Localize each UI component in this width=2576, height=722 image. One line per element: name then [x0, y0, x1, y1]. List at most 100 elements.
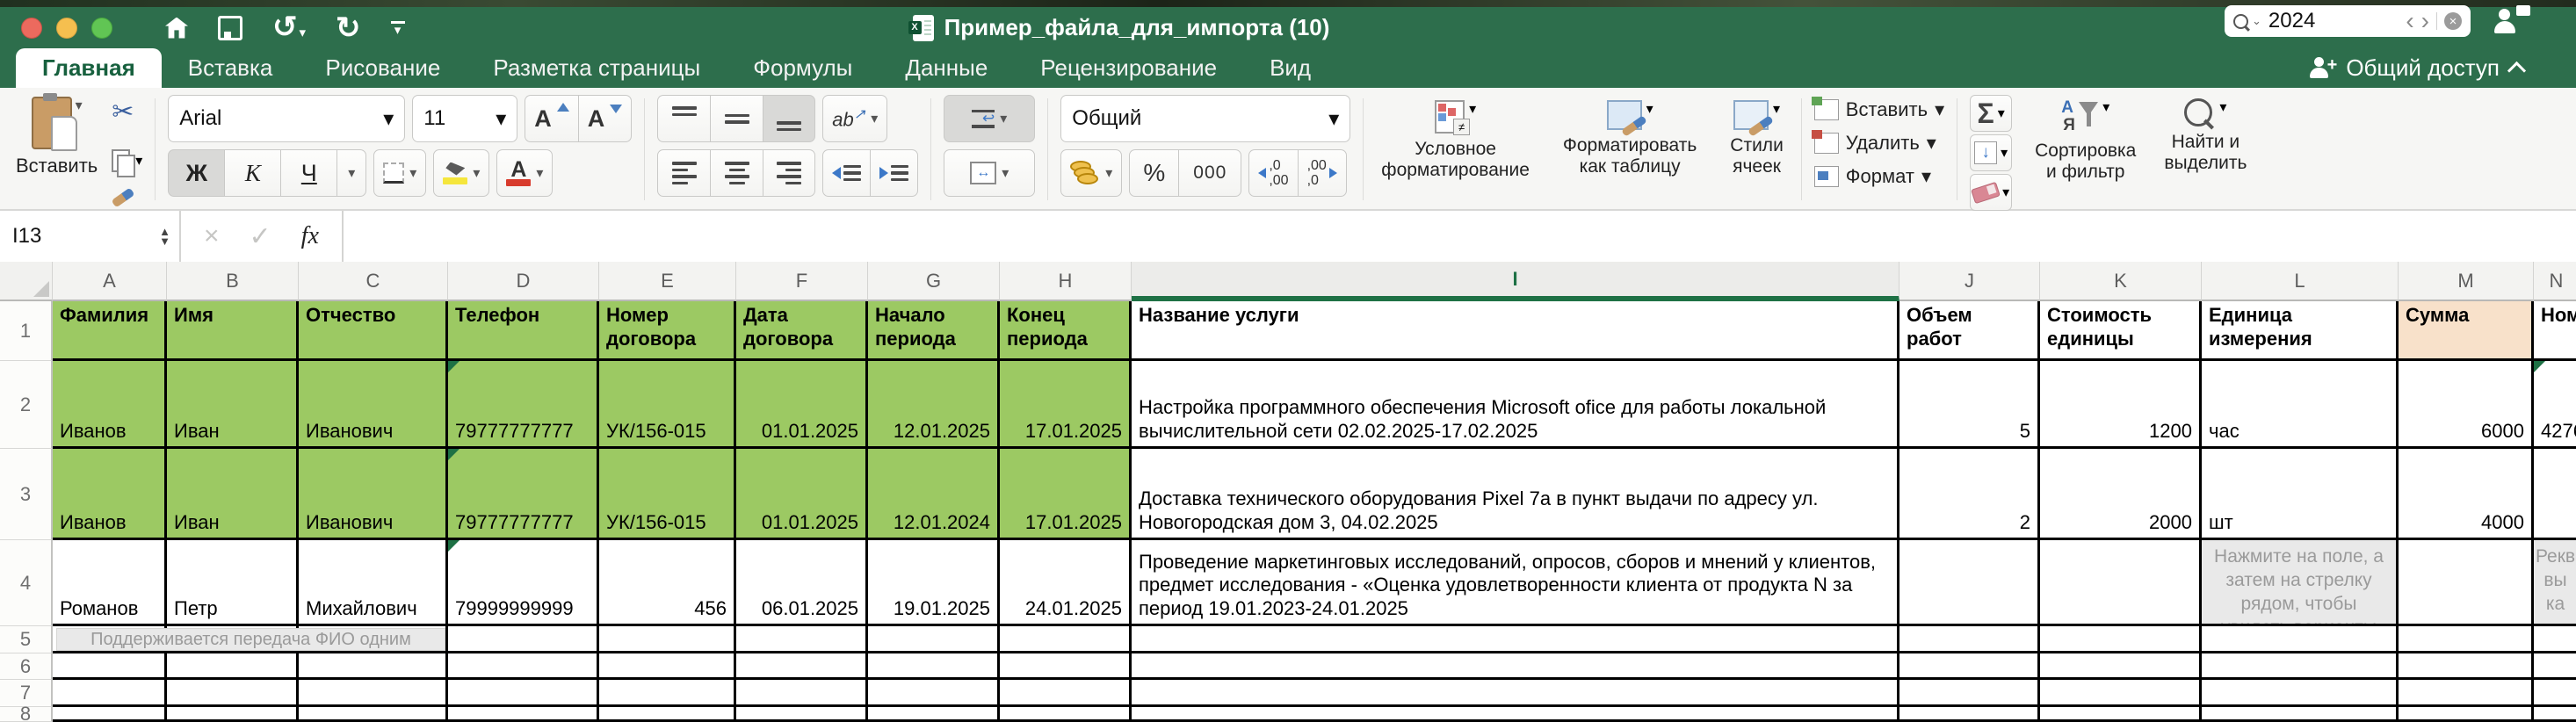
- cell-A6[interactable]: [53, 653, 167, 680]
- cell-E8[interactable]: [599, 707, 736, 722]
- cell-B3[interactable]: Иван: [167, 449, 299, 540]
- share-button[interactable]: + Общий доступ: [2309, 48, 2523, 88]
- cell-K1[interactable]: Стоимость единицы: [2040, 301, 2202, 361]
- cell-I8[interactable]: [1132, 707, 1899, 722]
- cell-J3[interactable]: 2: [1899, 449, 2040, 540]
- cell-F6[interactable]: [736, 653, 868, 680]
- cell-F1[interactable]: Дата договора: [736, 301, 868, 361]
- cell-M4[interactable]: [2399, 540, 2534, 626]
- increase-font-button[interactable]: А: [525, 95, 578, 142]
- column-header-L[interactable]: L: [2202, 262, 2399, 301]
- cell-I4[interactable]: Проведение маркетинговых исследований, о…: [1132, 540, 1899, 626]
- clear-search-icon[interactable]: ×: [2444, 12, 2462, 30]
- redo-icon[interactable]: ↻: [336, 15, 361, 41]
- cell-E5[interactable]: [599, 626, 736, 653]
- currency-format-button[interactable]: ▾: [1060, 149, 1122, 197]
- decrease-decimal-button[interactable]: ,00,0: [1298, 149, 1347, 197]
- row-header-6[interactable]: 6: [0, 653, 53, 680]
- orientation-caret-icon[interactable]: ▾: [871, 110, 878, 127]
- insert-cells-caret-icon[interactable]: ▾: [1935, 98, 1944, 121]
- cancel-icon[interactable]: ×: [204, 221, 220, 251]
- cell-M5[interactable]: [2399, 626, 2534, 653]
- merge-cells-button[interactable]: ↔▾: [944, 149, 1035, 197]
- collapse-ribbon-icon[interactable]: [2507, 61, 2526, 80]
- cell-J2[interactable]: 5: [1899, 361, 2040, 449]
- cell-K3[interactable]: 2000: [2040, 449, 2202, 540]
- percent-format-button[interactable]: %: [1129, 149, 1178, 197]
- increase-decimal-button[interactable]: ,0,00: [1248, 149, 1297, 197]
- row-header-3[interactable]: 3: [0, 449, 53, 540]
- cell-A7[interactable]: [53, 680, 167, 707]
- cell-H4[interactable]: 24.01.2025: [1000, 540, 1132, 626]
- next-match-icon[interactable]: ›: [2421, 9, 2429, 33]
- tab-glavnaya[interactable]: Главная: [16, 48, 162, 88]
- column-header-K[interactable]: K: [2040, 262, 2202, 301]
- cell-A3[interactable]: Иванов: [53, 449, 167, 540]
- cell-C1[interactable]: Отчество: [299, 301, 448, 361]
- cell-G6[interactable]: [868, 653, 1000, 680]
- cell-D3[interactable]: 79777777777: [448, 449, 599, 540]
- search-input[interactable]: 2024: [2268, 9, 2399, 33]
- align-middle-button[interactable]: [710, 95, 763, 142]
- cell-C8[interactable]: [299, 707, 448, 722]
- home-icon[interactable]: [165, 18, 188, 39]
- column-header-M[interactable]: M: [2399, 262, 2534, 301]
- column-header-G[interactable]: G: [868, 262, 1000, 301]
- find-caret-icon[interactable]: ▾: [2219, 98, 2226, 126]
- cell-B2[interactable]: Иван: [167, 361, 299, 449]
- cell-B8[interactable]: [167, 707, 299, 722]
- cell-M8[interactable]: [2399, 707, 2534, 722]
- cell-K7[interactable]: [2040, 680, 2202, 707]
- cell-L7[interactable]: [2202, 680, 2399, 707]
- cell-J5[interactable]: [1899, 626, 2040, 653]
- cell-H1[interactable]: Конец периода: [1000, 301, 1132, 361]
- wrap-text-caret-icon[interactable]: ▾: [1000, 110, 1007, 127]
- cell-L5[interactable]: [2202, 626, 2399, 653]
- delete-cells-button[interactable]: Удалить▾: [1814, 128, 1944, 158]
- font-name-select[interactable]: Arial▾: [168, 95, 405, 142]
- cell-L3[interactable]: шт: [2202, 449, 2399, 540]
- tab-razmetka[interactable]: Разметка страницы: [467, 48, 727, 88]
- cell-M1[interactable]: Сумма: [2399, 301, 2534, 361]
- cell-C3[interactable]: Иванович: [299, 449, 448, 540]
- insert-cells-button[interactable]: Вставить▾: [1814, 95, 1944, 125]
- tab-formuly[interactable]: Формулы: [727, 48, 879, 88]
- align-bottom-button[interactable]: [763, 95, 815, 142]
- cell-K6[interactable]: [2040, 653, 2202, 680]
- find-select-button[interactable]: ▾ Найти и выделить: [2159, 95, 2252, 176]
- row-header-1[interactable]: 1: [0, 301, 53, 361]
- cell-G8[interactable]: [868, 707, 1000, 722]
- column-header-J[interactable]: J: [1899, 262, 2040, 301]
- fat-caret-icon[interactable]: ▾: [1646, 100, 1653, 130]
- column-header-D[interactable]: D: [448, 262, 599, 301]
- undo-button[interactable]: ↺▾: [272, 14, 306, 41]
- cell-B7[interactable]: [167, 680, 299, 707]
- cell-C4[interactable]: Михайлович: [299, 540, 448, 626]
- cell-N3[interactable]: [2534, 449, 2576, 540]
- column-header-N[interactable]: N: [2534, 262, 2576, 301]
- cell-N4[interactable]: Рекввыка: [2534, 540, 2576, 626]
- increase-indent-button[interactable]: [870, 149, 918, 197]
- paste-caret-icon[interactable]: ▾: [76, 97, 83, 114]
- minimize-window-button[interactable]: [56, 18, 77, 39]
- cell-H3[interactable]: 17.01.2025: [1000, 449, 1132, 540]
- tab-risovanie[interactable]: Рисование: [299, 48, 467, 88]
- cell-H2[interactable]: 17.01.2025: [1000, 361, 1132, 449]
- cs-caret-icon[interactable]: ▾: [1773, 100, 1780, 130]
- cell-E2[interactable]: УК/156-015: [599, 361, 736, 449]
- cell-H6[interactable]: [1000, 653, 1132, 680]
- tab-vid[interactable]: Вид: [1243, 48, 1337, 88]
- cell-F2[interactable]: 01.01.2025: [736, 361, 868, 449]
- cell-G5[interactable]: [868, 626, 1000, 653]
- cell-N7[interactable]: [2534, 680, 2576, 707]
- decrease-indent-button[interactable]: [822, 149, 870, 197]
- borders-button[interactable]: ▾: [373, 149, 426, 197]
- cell-J7[interactable]: [1899, 680, 2040, 707]
- cell-C6[interactable]: [299, 653, 448, 680]
- cell-C2[interactable]: Иванович: [299, 361, 448, 449]
- fill-button[interactable]: ↓▾: [1970, 134, 2012, 171]
- copy-icon[interactable]: [112, 149, 130, 172]
- cell-K2[interactable]: 1200: [2040, 361, 2202, 449]
- tab-recenzirovanie[interactable]: Рецензирование: [1014, 48, 1243, 88]
- cell-K8[interactable]: [2040, 707, 2202, 722]
